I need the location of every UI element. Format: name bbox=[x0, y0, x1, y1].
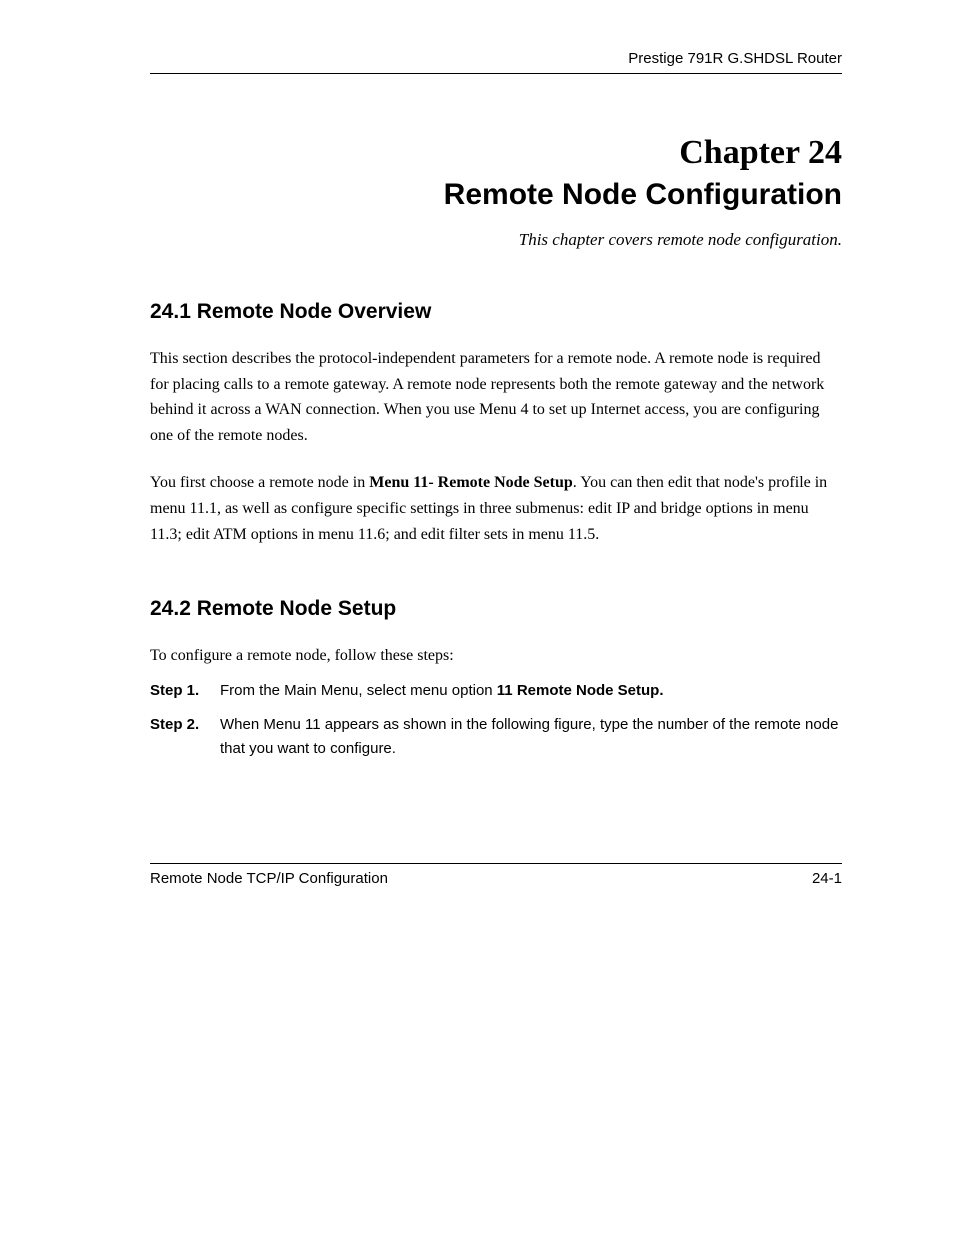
step-text: From the Main Menu, select menu option 1… bbox=[220, 679, 842, 703]
chapter-title: Remote Node Configuration bbox=[150, 178, 842, 212]
text-bold: 11 Remote Node Setup. bbox=[497, 682, 664, 699]
running-header: Prestige 791R G.SHDSL Router bbox=[150, 50, 842, 74]
chapter-heading-block: Chapter 24 Remote Node Configuration Thi… bbox=[150, 134, 842, 250]
step-label: Step 1. bbox=[150, 679, 220, 703]
footer-left: Remote Node TCP/IP Configuration bbox=[150, 870, 388, 887]
paragraph: To configure a remote node, follow these… bbox=[150, 643, 842, 669]
step-row: Step 1. From the Main Menu, select menu … bbox=[150, 679, 842, 703]
paragraph: This section describes the protocol-inde… bbox=[150, 346, 842, 448]
text-run: When Menu 11 appears as shown in the fol… bbox=[220, 716, 838, 757]
section-heading-24-2: 24.2 Remote Node Setup bbox=[150, 597, 842, 621]
text-bold: Menu 11- Remote Node Setup bbox=[369, 474, 573, 491]
step-text: When Menu 11 appears as shown in the fol… bbox=[220, 713, 842, 761]
footer-page-number: 24-1 bbox=[812, 870, 842, 887]
step-label: Step 2. bbox=[150, 713, 220, 761]
paragraph: You first choose a remote node in Menu 1… bbox=[150, 470, 842, 547]
page-footer: Remote Node TCP/IP Configuration 24-1 bbox=[150, 863, 842, 887]
chapter-subtitle: This chapter covers remote node configur… bbox=[150, 230, 842, 250]
text-run: From the Main Menu, select menu option bbox=[220, 682, 497, 699]
step-row: Step 2. When Menu 11 appears as shown in… bbox=[150, 713, 842, 761]
chapter-number: Chapter 24 bbox=[150, 134, 842, 172]
text-run: You first choose a remote node in bbox=[150, 474, 369, 491]
page: Prestige 791R G.SHDSL Router Chapter 24 … bbox=[0, 0, 954, 1235]
section-heading-24-1: 24.1 Remote Node Overview bbox=[150, 300, 842, 324]
